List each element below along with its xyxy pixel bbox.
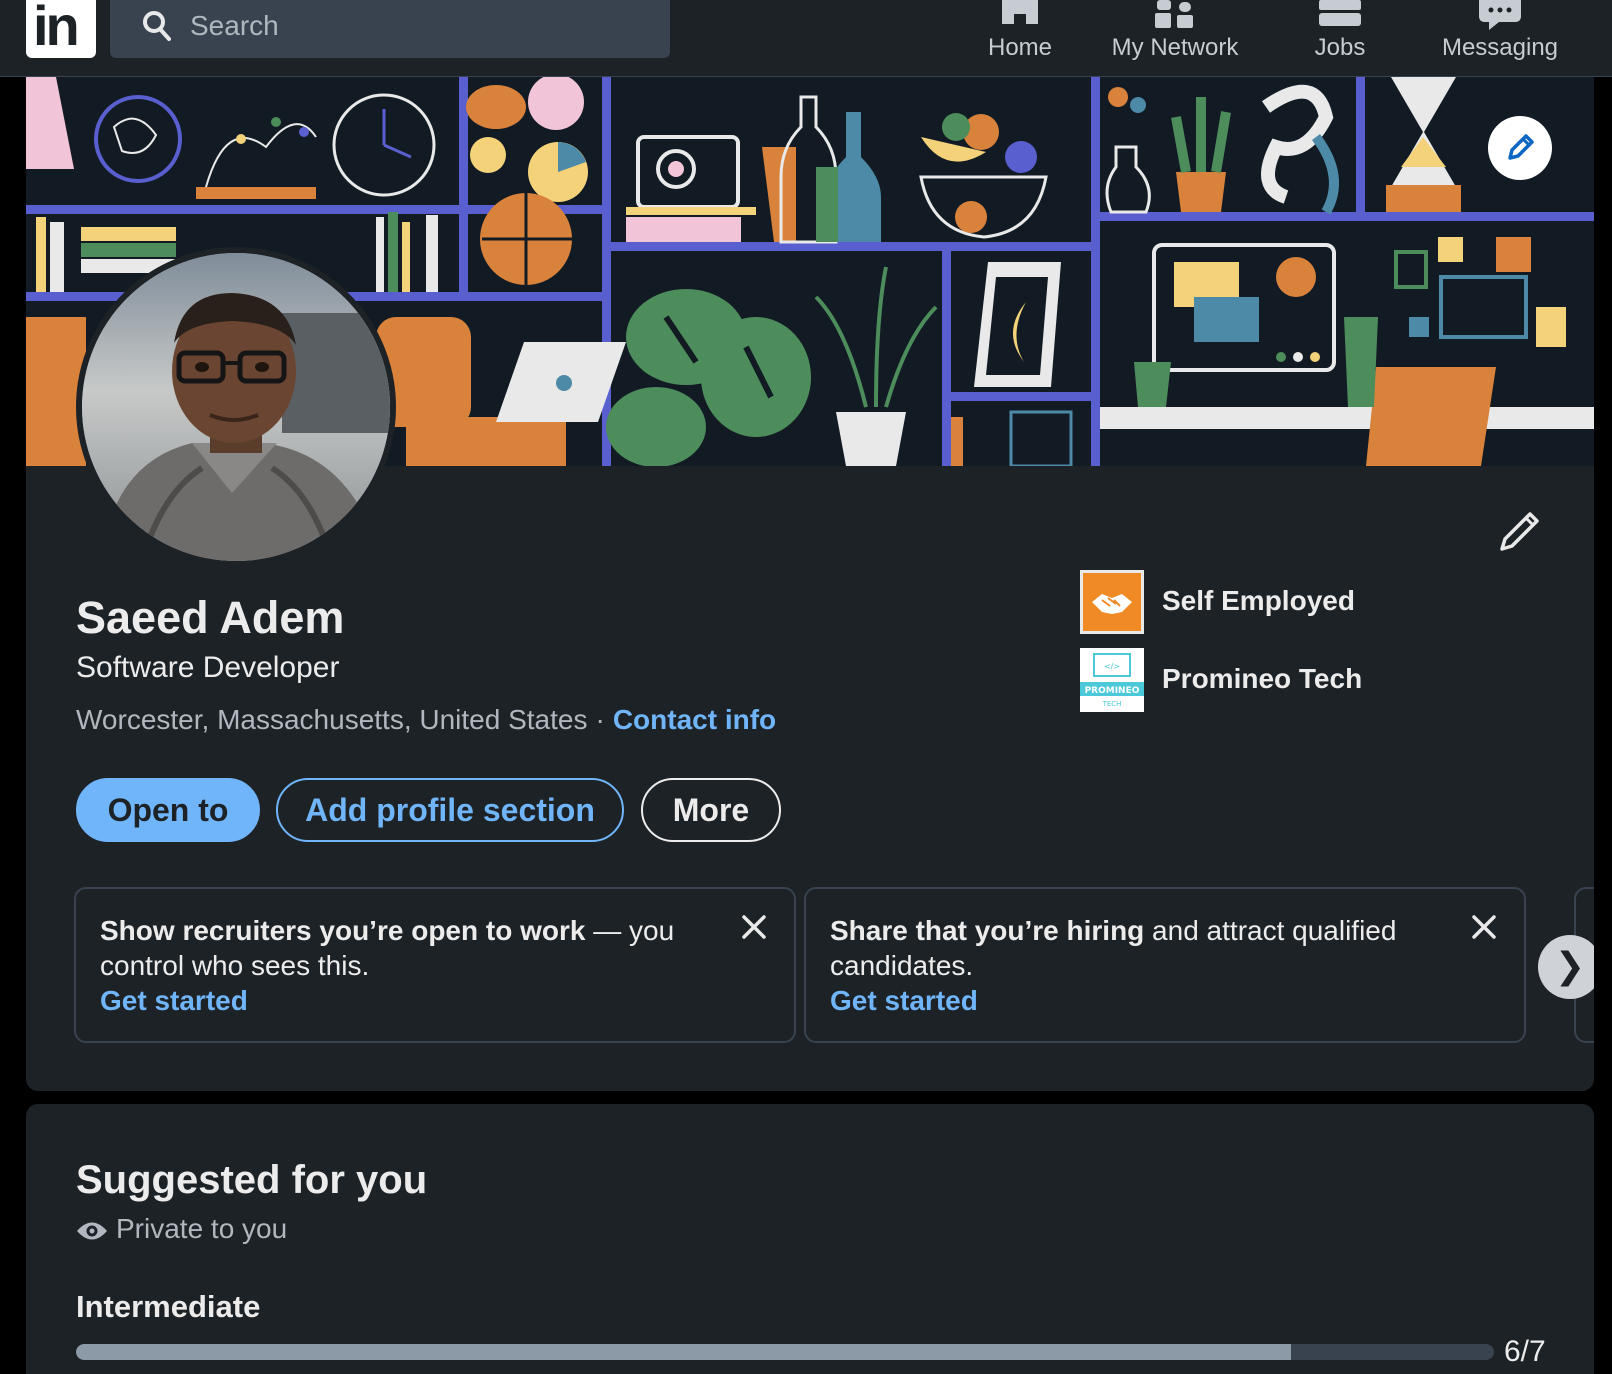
promo-text: Show recruiters you’re open to work — yo… — [100, 913, 700, 1018]
messaging-icon — [1479, 0, 1521, 30]
nav-my-network[interactable]: My Network — [1100, 0, 1250, 77]
jobs-icon — [1319, 0, 1361, 26]
add-profile-section-button[interactable]: Add profile section — [276, 778, 624, 842]
get-started-link[interactable]: Get started — [100, 983, 700, 1018]
promo-text: Share that you’re hiring and attract qua… — [830, 913, 1430, 1018]
edit-banner-button[interactable] — [1488, 116, 1552, 180]
profile-location: Worcester, Massachusetts, United States — [76, 704, 588, 735]
profile-strength-level: Intermediate — [76, 1289, 261, 1324]
experience-self-employed[interactable]: Self Employed — [1080, 570, 1580, 634]
top-nav: in Search Home My Network Jobs Messaging — [0, 0, 1612, 77]
experience-name: Self Employed — [1162, 585, 1355, 616]
close-icon[interactable] — [740, 913, 768, 941]
private-note: Private to you — [76, 1212, 287, 1246]
pencil-icon — [1508, 134, 1534, 160]
svg-text:</>: </> — [1104, 662, 1120, 671]
promineo-logo-icon: </> PROMINEO TECH — [1080, 648, 1144, 712]
search-input[interactable]: Search — [190, 10, 279, 42]
carousel-next-button[interactable]: ❯ — [1538, 935, 1594, 999]
profile-photo[interactable] — [76, 247, 396, 567]
profile-name: Saeed Adem — [76, 592, 345, 643]
experience-promineo-tech[interactable]: </> PROMINEO TECH Promineo Tech — [1080, 648, 1580, 712]
suggested-title: Suggested for you — [76, 1158, 428, 1202]
search-bar[interactable]: Search — [110, 0, 670, 58]
contact-info-link[interactable]: Contact info — [613, 704, 776, 735]
separator-dot: · — [595, 704, 605, 735]
experience-name: Promineo Tech — [1162, 663, 1363, 694]
nav-home[interactable]: Home — [980, 0, 1060, 77]
svg-text:PROMINEO: PROMINEO — [1085, 686, 1140, 696]
edit-intro-pencil-icon[interactable] — [1496, 507, 1544, 555]
open-to-work-promo: Show recruiters you’re open to work — yo… — [74, 887, 796, 1043]
hiring-promo: Share that you’re hiring and attract qua… — [804, 887, 1526, 1043]
search-icon — [143, 11, 171, 41]
chevron-right-icon: ❯ — [1554, 945, 1586, 986]
profile-strength-count: 6/7 — [1504, 1335, 1546, 1368]
get-started-link[interactable]: Get started — [830, 983, 1430, 1018]
svg-text:TECH: TECH — [1102, 700, 1122, 708]
profile-card: Saeed Adem Software Developer Worcester,… — [26, 77, 1594, 1091]
home-icon — [1002, 0, 1038, 24]
close-icon[interactable] — [1470, 913, 1498, 941]
network-icon — [1155, 0, 1193, 28]
profile-headline: Software Developer — [76, 651, 340, 684]
handshake-logo-icon — [1080, 570, 1144, 634]
more-button[interactable]: More — [641, 778, 781, 842]
profile-strength-fill — [76, 1344, 1292, 1360]
linkedin-logo[interactable]: in — [26, 0, 96, 58]
profile-photo-image — [82, 253, 390, 561]
nav-messaging[interactable]: Messaging — [1420, 0, 1580, 77]
nav-jobs[interactable]: Jobs — [1300, 0, 1380, 77]
open-to-button[interactable]: Open to — [76, 778, 260, 842]
suggested-card: Suggested for you Private to you Interme… — [26, 1104, 1594, 1374]
profile-location-line: Worcester, Massachusetts, United States ·… — [76, 703, 776, 737]
eye-icon — [77, 1222, 107, 1240]
profile-strength-bar — [76, 1344, 1494, 1360]
